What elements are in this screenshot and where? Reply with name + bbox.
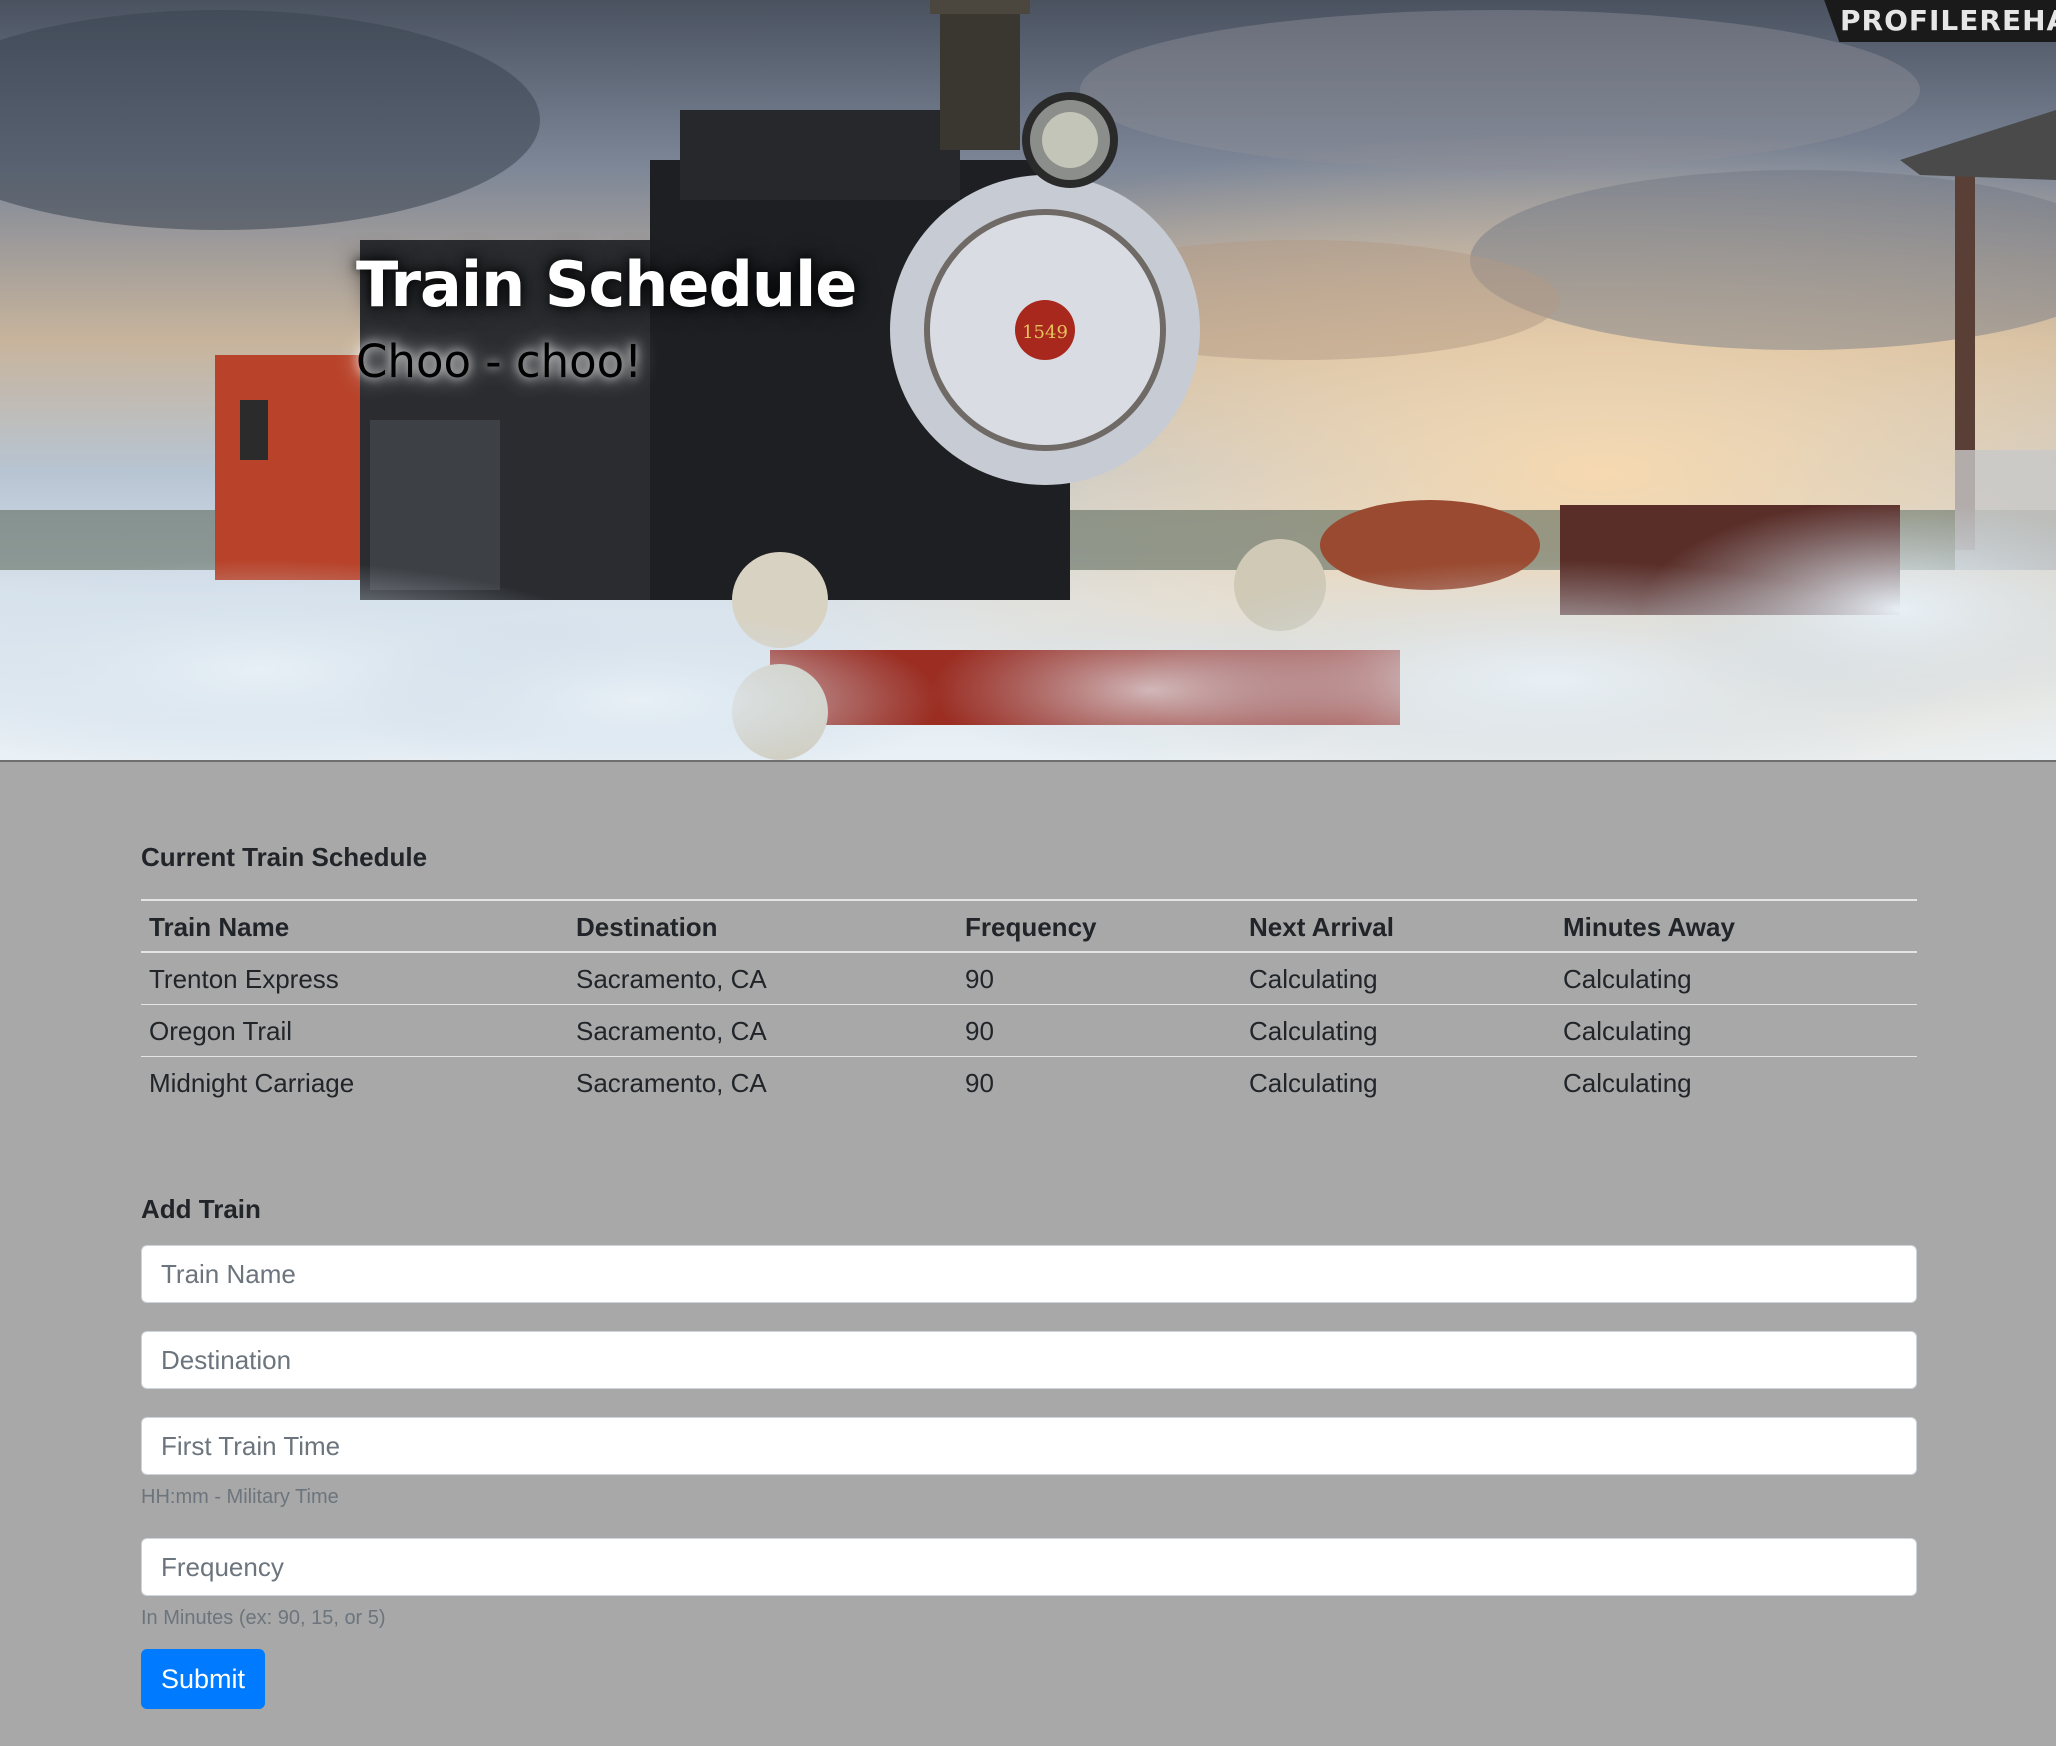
cell-next-arrival: Calculating bbox=[1241, 952, 1555, 1005]
locomotive-number-plate: 1549 bbox=[1022, 322, 1068, 343]
train-name-input[interactable] bbox=[141, 1245, 1917, 1303]
table-row: Oregon Trail Sacramento, CA 90 Calculati… bbox=[141, 1004, 1917, 1057]
locomotive-image: 1549 bbox=[0, 0, 2056, 760]
cell-frequency: 90 bbox=[965, 1067, 994, 1098]
schedule-title: Current Train Schedule bbox=[141, 842, 428, 872]
page-subtitle: Choo - choo! bbox=[356, 335, 643, 388]
cell-next-arrival: Calculating bbox=[1249, 1067, 1378, 1098]
cell-destination: Sacramento, CA bbox=[568, 952, 957, 1005]
column-header-train-name: Train Name bbox=[141, 899, 568, 953]
destination-input[interactable] bbox=[141, 1331, 1917, 1389]
cell-frequency: 90 bbox=[957, 1004, 1241, 1057]
column-header-minutes-away: Minutes Away bbox=[1555, 899, 1917, 953]
add-train-title: Add Train bbox=[141, 1194, 261, 1224]
column-header-frequency: Frequency bbox=[957, 899, 1241, 953]
cell-destination: Sacramento, CA bbox=[576, 1067, 767, 1098]
cell-train-name: Trenton Express bbox=[141, 952, 568, 1005]
watermark-logo: PROFILEREHAB bbox=[1824, 0, 2056, 42]
column-header-next-arrival: Next Arrival bbox=[1241, 899, 1555, 953]
table-header-row: Train Name Destination Frequency Next Ar… bbox=[141, 899, 1917, 953]
cell-train-name: Midnight Carriage bbox=[149, 1067, 355, 1098]
schedule-table: Train Name Destination Frequency Next Ar… bbox=[141, 899, 1917, 1108]
cell-train-name: Oregon Trail bbox=[141, 1004, 568, 1057]
first-train-time-help: HH:mm - Military Time bbox=[141, 1486, 339, 1508]
page-title: Train Schedule bbox=[356, 248, 857, 321]
table-row: Trenton Express Sacramento, CA 90 Calcul… bbox=[141, 952, 1917, 1005]
submit-button[interactable]: Submit bbox=[141, 1649, 265, 1709]
cell-minutes-away: Calculating bbox=[1555, 952, 1917, 1005]
cell-minutes-away: Calculating bbox=[1555, 1004, 1917, 1057]
frequency-input[interactable] bbox=[141, 1538, 1917, 1596]
frequency-help: In Minutes (ex: 90, 15, or 5) bbox=[141, 1607, 386, 1629]
first-train-time-input[interactable] bbox=[141, 1417, 1917, 1475]
hero-heading-group: Train Schedule Choo - choo! bbox=[356, 248, 857, 388]
add-train-form: HH:mm - Military Time In Minutes (ex: 90… bbox=[141, 1245, 1917, 1709]
cell-minutes-away: Calculating bbox=[1563, 1067, 1692, 1098]
hero-banner: 1549 PROFILEREHAB Train Schedule Choo - … bbox=[0, 0, 2056, 762]
cell-destination: Sacramento, CA bbox=[568, 1004, 957, 1057]
cell-frequency: 90 bbox=[957, 952, 1241, 1005]
cell-next-arrival: Calculating bbox=[1241, 1004, 1555, 1057]
column-header-destination: Destination bbox=[568, 899, 957, 953]
main-content: Current Train Schedule Train Name Destin… bbox=[141, 762, 1917, 1709]
table-row: Midnight Carriage Sacramento, CA 90 Calc… bbox=[141, 1056, 1917, 1108]
